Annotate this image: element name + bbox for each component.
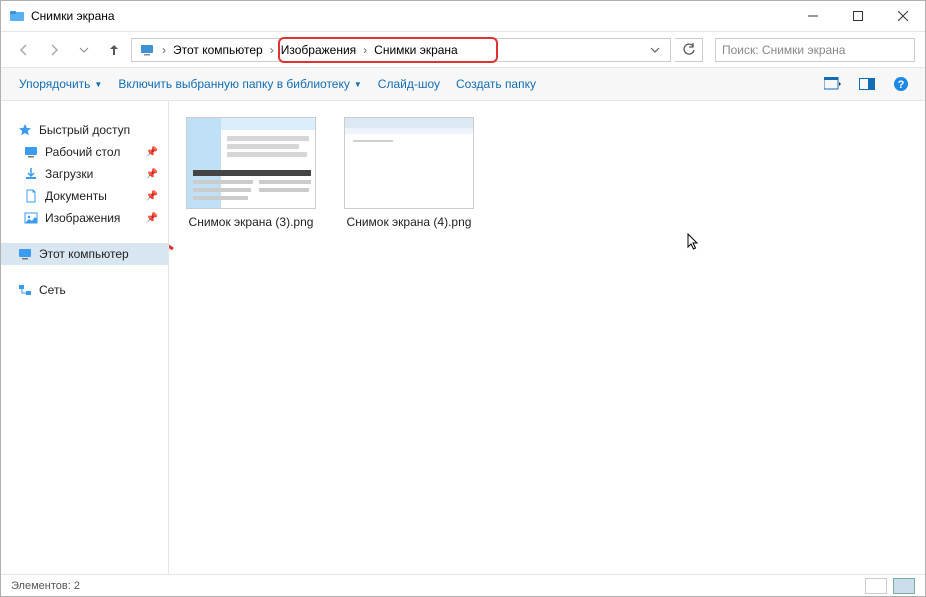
- command-bar: Упорядочить▼ Включить выбранную папку в …: [1, 67, 925, 101]
- pin-icon: 📌: [146, 213, 158, 224]
- body: Быстрый доступ Рабочий стол 📌 Загрузки 📌…: [1, 101, 925, 574]
- file-label: Снимок экрана (3).png: [189, 215, 314, 229]
- back-button[interactable]: [11, 37, 37, 63]
- organize-button[interactable]: Упорядочить▼: [11, 68, 110, 100]
- sidebar-item-downloads[interactable]: Загрузки 📌: [1, 163, 168, 185]
- content-area[interactable]: Снимок экрана (3).png Снимок экрана (4).…: [169, 101, 925, 574]
- document-icon: [23, 188, 39, 204]
- window-title: Снимки экрана: [31, 9, 790, 23]
- refresh-button[interactable]: [675, 38, 703, 62]
- thumbnails-view-button[interactable]: [893, 578, 915, 594]
- search-input[interactable]: [716, 43, 914, 57]
- pin-icon: 📌: [146, 191, 158, 202]
- view-options-icon[interactable]: [823, 74, 843, 94]
- nav-bar: › Этот компьютер › Изображения › Снимки …: [1, 31, 925, 67]
- svg-text:?: ?: [898, 79, 905, 91]
- address-history-button[interactable]: [644, 45, 666, 55]
- pc-icon: [17, 246, 33, 262]
- sidebar-label: Загрузки: [45, 167, 93, 181]
- file-thumbnail: [186, 117, 316, 209]
- preview-pane-icon[interactable]: [857, 74, 877, 94]
- download-icon: [23, 166, 39, 182]
- folder-icon: [9, 8, 25, 24]
- sidebar-quick-access[interactable]: Быстрый доступ: [1, 119, 168, 141]
- picture-icon: [23, 210, 39, 226]
- sidebar-network[interactable]: Сеть: [1, 279, 168, 301]
- search-box[interactable]: [715, 38, 915, 62]
- status-bar: Элементов: 2: [1, 574, 925, 596]
- chevron-down-icon: ▼: [94, 80, 102, 89]
- details-view-button[interactable]: [865, 578, 887, 594]
- window-controls: [790, 1, 925, 31]
- chevron-down-icon: ▼: [354, 80, 362, 89]
- file-item[interactable]: Снимок экрана (4).png: [339, 117, 479, 229]
- close-button[interactable]: [880, 1, 925, 31]
- include-in-library-button[interactable]: Включить выбранную папку в библиотеку▼: [110, 68, 369, 100]
- annotation-highlight: [278, 37, 498, 63]
- up-button[interactable]: [101, 37, 127, 63]
- file-list: Снимок экрана (3).png Снимок экрана (4).…: [181, 117, 913, 229]
- sidebar-item-pictures[interactable]: Изображения 📌: [1, 207, 168, 229]
- sidebar-label: Этот компьютер: [39, 247, 129, 261]
- sidebar-label: Сеть: [39, 283, 66, 297]
- navigation-pane: Быстрый доступ Рабочий стол 📌 Загрузки 📌…: [1, 101, 169, 574]
- pin-icon: 📌: [146, 147, 158, 158]
- pc-icon: [136, 39, 158, 61]
- slideshow-button[interactable]: Слайд-шоу: [370, 68, 448, 100]
- desktop-icon: [23, 144, 39, 160]
- maximize-button[interactable]: [835, 1, 880, 31]
- recent-locations-button[interactable]: [71, 37, 97, 63]
- cursor-icon: [687, 233, 701, 251]
- help-icon[interactable]: ?: [891, 74, 911, 94]
- chevron-right-icon[interactable]: ›: [158, 43, 170, 57]
- network-icon: [17, 282, 33, 298]
- breadcrumb-seg-0[interactable]: Этот компьютер: [170, 39, 266, 61]
- sidebar-label: Изображения: [45, 211, 120, 225]
- address-bar[interactable]: › Этот компьютер › Изображения › Снимки …: [131, 38, 671, 62]
- sidebar-item-documents[interactable]: Документы 📌: [1, 185, 168, 207]
- explorer-window: Снимки экрана › Этот компьютер › Изображ…: [0, 0, 926, 597]
- status-count: Элементов: 2: [11, 580, 80, 592]
- minimize-button[interactable]: [790, 1, 835, 31]
- pin-icon: 📌: [146, 169, 158, 180]
- annotation-arrow: [169, 209, 181, 251]
- star-icon: [17, 122, 33, 138]
- sidebar-label: Рабочий стол: [45, 145, 120, 159]
- forward-button[interactable]: [41, 37, 67, 63]
- title-bar: Снимки экрана: [1, 1, 925, 31]
- sidebar-label: Быстрый доступ: [39, 123, 130, 137]
- sidebar-item-desktop[interactable]: Рабочий стол 📌: [1, 141, 168, 163]
- sidebar-this-pc[interactable]: Этот компьютер: [1, 243, 168, 265]
- file-thumbnail: [344, 117, 474, 209]
- sidebar-label: Документы: [45, 189, 107, 203]
- file-label: Снимок экрана (4).png: [347, 215, 472, 229]
- chevron-right-icon[interactable]: ›: [266, 43, 278, 57]
- new-folder-button[interactable]: Создать папку: [448, 68, 544, 100]
- file-item[interactable]: Снимок экрана (3).png: [181, 117, 321, 229]
